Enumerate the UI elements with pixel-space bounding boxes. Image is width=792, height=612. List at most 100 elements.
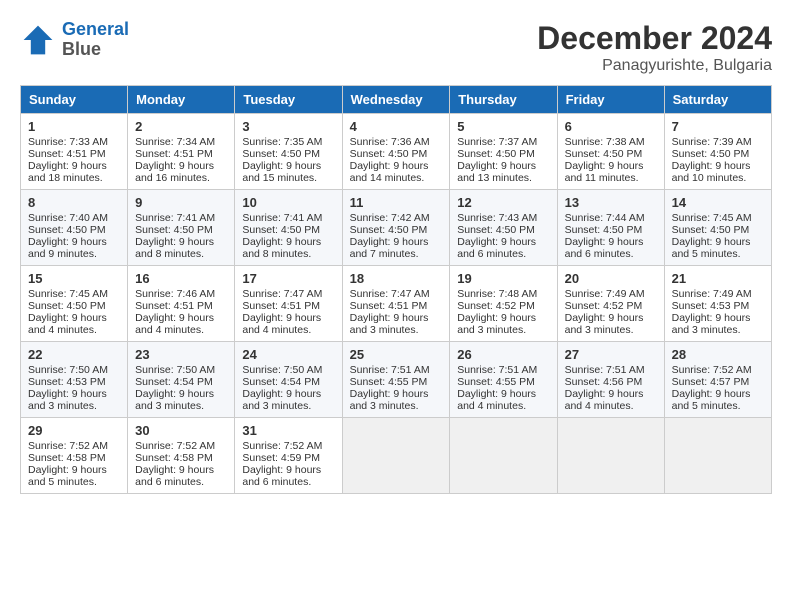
sunset-label: Sunset: 4:50 PM <box>565 148 643 160</box>
month-title: December 2024 <box>537 20 772 57</box>
daylight-label: Daylight: 9 hours and 9 minutes. <box>28 236 107 260</box>
day-number: 30 <box>135 423 227 438</box>
calendar-cell: 14 Sunrise: 7:45 AM Sunset: 4:50 PM Dayl… <box>664 190 771 266</box>
sunset-label: Sunset: 4:50 PM <box>28 300 106 312</box>
day-number: 29 <box>28 423 120 438</box>
daylight-label: Daylight: 9 hours and 16 minutes. <box>135 160 214 184</box>
day-number: 22 <box>28 347 120 362</box>
calendar-cell: 21 Sunrise: 7:49 AM Sunset: 4:53 PM Dayl… <box>664 266 771 342</box>
calendar-week-row: 29 Sunrise: 7:52 AM Sunset: 4:58 PM Dayl… <box>21 418 772 494</box>
daylight-label: Daylight: 9 hours and 4 minutes. <box>135 312 214 336</box>
day-number: 11 <box>350 195 443 210</box>
day-number: 7 <box>672 119 764 134</box>
sunset-label: Sunset: 4:54 PM <box>135 376 213 388</box>
calendar-cell: 4 Sunrise: 7:36 AM Sunset: 4:50 PM Dayli… <box>342 114 450 190</box>
day-number: 27 <box>565 347 657 362</box>
calendar-cell: 24 Sunrise: 7:50 AM Sunset: 4:54 PM Dayl… <box>235 342 342 418</box>
sunset-label: Sunset: 4:50 PM <box>672 148 750 160</box>
day-number: 3 <box>242 119 334 134</box>
calendar-cell: 1 Sunrise: 7:33 AM Sunset: 4:51 PM Dayli… <box>21 114 128 190</box>
daylight-label: Daylight: 9 hours and 3 minutes. <box>565 312 644 336</box>
calendar-cell: 28 Sunrise: 7:52 AM Sunset: 4:57 PM Dayl… <box>664 342 771 418</box>
day-number: 9 <box>135 195 227 210</box>
day-number: 8 <box>28 195 120 210</box>
sunrise-label: Sunrise: 7:39 AM <box>672 136 752 148</box>
calendar-cell: 8 Sunrise: 7:40 AM Sunset: 4:50 PM Dayli… <box>21 190 128 266</box>
header-thursday: Thursday <box>450 86 557 114</box>
header-tuesday: Tuesday <box>235 86 342 114</box>
sunset-label: Sunset: 4:55 PM <box>350 376 428 388</box>
calendar-cell: 9 Sunrise: 7:41 AM Sunset: 4:50 PM Dayli… <box>128 190 235 266</box>
calendar-cell: 5 Sunrise: 7:37 AM Sunset: 4:50 PM Dayli… <box>450 114 557 190</box>
sunrise-label: Sunrise: 7:35 AM <box>242 136 322 148</box>
calendar-cell: 13 Sunrise: 7:44 AM Sunset: 4:50 PM Dayl… <box>557 190 664 266</box>
day-number: 14 <box>672 195 764 210</box>
sunset-label: Sunset: 4:50 PM <box>350 224 428 236</box>
calendar-cell: 25 Sunrise: 7:51 AM Sunset: 4:55 PM Dayl… <box>342 342 450 418</box>
sunrise-label: Sunrise: 7:51 AM <box>457 364 537 376</box>
day-number: 4 <box>350 119 443 134</box>
calendar-cell: 3 Sunrise: 7:35 AM Sunset: 4:50 PM Dayli… <box>235 114 342 190</box>
sunrise-label: Sunrise: 7:40 AM <box>28 212 108 224</box>
header-saturday: Saturday <box>664 86 771 114</box>
sunrise-label: Sunrise: 7:36 AM <box>350 136 430 148</box>
day-number: 19 <box>457 271 549 286</box>
calendar-cell <box>557 418 664 494</box>
calendar-cell: 11 Sunrise: 7:42 AM Sunset: 4:50 PM Dayl… <box>342 190 450 266</box>
calendar-cell: 29 Sunrise: 7:52 AM Sunset: 4:58 PM Dayl… <box>21 418 128 494</box>
daylight-label: Daylight: 9 hours and 4 minutes. <box>28 312 107 336</box>
location: Panagyurishte, Bulgaria <box>537 57 772 75</box>
daylight-label: Daylight: 9 hours and 3 minutes. <box>135 388 214 412</box>
daylight-label: Daylight: 9 hours and 6 minutes. <box>242 464 321 488</box>
calendar-week-row: 1 Sunrise: 7:33 AM Sunset: 4:51 PM Dayli… <box>21 114 772 190</box>
daylight-label: Daylight: 9 hours and 4 minutes. <box>457 388 536 412</box>
sunset-label: Sunset: 4:50 PM <box>672 224 750 236</box>
sunrise-label: Sunrise: 7:33 AM <box>28 136 108 148</box>
logo: General Blue <box>20 20 129 60</box>
day-number: 10 <box>242 195 334 210</box>
sunset-label: Sunset: 4:53 PM <box>28 376 106 388</box>
daylight-label: Daylight: 9 hours and 3 minutes. <box>672 312 751 336</box>
daylight-label: Daylight: 9 hours and 5 minutes. <box>672 236 751 260</box>
day-number: 12 <box>457 195 549 210</box>
sunset-label: Sunset: 4:56 PM <box>565 376 643 388</box>
sunset-label: Sunset: 4:50 PM <box>28 224 106 236</box>
sunrise-label: Sunrise: 7:51 AM <box>565 364 645 376</box>
sunset-label: Sunset: 4:50 PM <box>242 148 320 160</box>
sunrise-label: Sunrise: 7:43 AM <box>457 212 537 224</box>
day-number: 20 <box>565 271 657 286</box>
daylight-label: Daylight: 9 hours and 5 minutes. <box>672 388 751 412</box>
calendar-cell: 6 Sunrise: 7:38 AM Sunset: 4:50 PM Dayli… <box>557 114 664 190</box>
day-number: 13 <box>565 195 657 210</box>
calendar-cell: 20 Sunrise: 7:49 AM Sunset: 4:52 PM Dayl… <box>557 266 664 342</box>
sunrise-label: Sunrise: 7:45 AM <box>28 288 108 300</box>
calendar-cell: 16 Sunrise: 7:46 AM Sunset: 4:51 PM Dayl… <box>128 266 235 342</box>
sunset-label: Sunset: 4:51 PM <box>135 148 213 160</box>
sunset-label: Sunset: 4:52 PM <box>457 300 535 312</box>
calendar-week-row: 8 Sunrise: 7:40 AM Sunset: 4:50 PM Dayli… <box>21 190 772 266</box>
daylight-label: Daylight: 9 hours and 8 minutes. <box>242 236 321 260</box>
sunrise-label: Sunrise: 7:41 AM <box>242 212 322 224</box>
calendar-cell: 15 Sunrise: 7:45 AM Sunset: 4:50 PM Dayl… <box>21 266 128 342</box>
calendar-week-row: 15 Sunrise: 7:45 AM Sunset: 4:50 PM Dayl… <box>21 266 772 342</box>
daylight-label: Daylight: 9 hours and 3 minutes. <box>350 312 429 336</box>
calendar-cell: 27 Sunrise: 7:51 AM Sunset: 4:56 PM Dayl… <box>557 342 664 418</box>
day-number: 16 <box>135 271 227 286</box>
sunrise-label: Sunrise: 7:48 AM <box>457 288 537 300</box>
page-header: General Blue December 2024 Panagyurishte… <box>20 20 772 75</box>
sunset-label: Sunset: 4:51 PM <box>242 300 320 312</box>
calendar-cell: 10 Sunrise: 7:41 AM Sunset: 4:50 PM Dayl… <box>235 190 342 266</box>
sunset-label: Sunset: 4:50 PM <box>242 224 320 236</box>
sunrise-label: Sunrise: 7:50 AM <box>28 364 108 376</box>
daylight-label: Daylight: 9 hours and 6 minutes. <box>457 236 536 260</box>
sunrise-label: Sunrise: 7:51 AM <box>350 364 430 376</box>
sunset-label: Sunset: 4:55 PM <box>457 376 535 388</box>
sunrise-label: Sunrise: 7:52 AM <box>135 440 215 452</box>
sunrise-label: Sunrise: 7:38 AM <box>565 136 645 148</box>
daylight-label: Daylight: 9 hours and 8 minutes. <box>135 236 214 260</box>
sunset-label: Sunset: 4:50 PM <box>350 148 428 160</box>
calendar-cell: 7 Sunrise: 7:39 AM Sunset: 4:50 PM Dayli… <box>664 114 771 190</box>
daylight-label: Daylight: 9 hours and 3 minutes. <box>242 388 321 412</box>
daylight-label: Daylight: 9 hours and 4 minutes. <box>242 312 321 336</box>
day-number: 24 <box>242 347 334 362</box>
